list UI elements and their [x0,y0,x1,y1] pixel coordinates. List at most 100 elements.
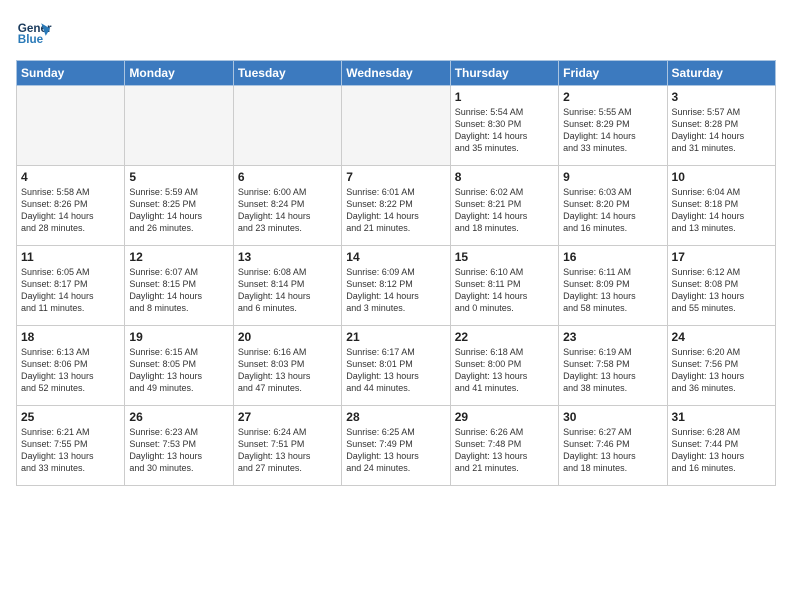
logo: General Blue [16,16,52,52]
day-number: 12 [129,250,228,264]
calendar-cell: 7 Sunrise: 6:01 AM Sunset: 8:22 PM Daylig… [342,166,450,246]
column-header-tuesday: Tuesday [233,61,341,86]
calendar-cell: 11Sunrise: 6:05 AM Sunset: 8:17 PM Dayli… [17,246,125,326]
calendar-cell: 1Sunrise: 5:54 AM Sunset: 8:30 PM Daylig… [450,86,558,166]
day-number: 5 [129,170,228,184]
column-header-friday: Friday [559,61,667,86]
day-number: 1 [455,90,554,104]
day-info: Sunrise: 5:57 AM Sunset: 8:28 PM Dayligh… [672,106,771,155]
column-header-monday: Monday [125,61,233,86]
calendar-cell: 12 Sunrise: 6:07 AM Sunset: 8:15 PM Dayli… [125,246,233,326]
day-number: 30 [563,410,662,424]
day-number: 6 [238,170,337,184]
day-info: Sunrise: 6:03 AM Sunset: 8:20 PM Dayligh… [563,186,662,235]
day-number: 27 [238,410,337,424]
calendar-cell: 15 Sunrise: 6:10 AM Sunset: 8:11 PM Dayli… [450,246,558,326]
week-row-3: 11Sunrise: 6:05 AM Sunset: 8:17 PM Dayli… [17,246,776,326]
day-number: 16 [563,250,662,264]
calendar-cell: 14 Sunrise: 6:09 AM Sunset: 8:12 PM Dayli… [342,246,450,326]
column-header-sunday: Sunday [17,61,125,86]
column-header-wednesday: Wednesday [342,61,450,86]
day-number: 3 [672,90,771,104]
day-info: Sunrise: 6:12 AM Sunset: 8:08 PM Dayligh… [672,266,771,315]
day-info: Sunrise: 6:01 AM Sunset: 8:22 PM Dayligh… [346,186,445,235]
calendar-cell: 19Sunrise: 6:15 AM Sunset: 8:05 PM Dayli… [125,326,233,406]
day-number: 14 [346,250,445,264]
calendar-cell [17,86,125,166]
calendar-cell: 5 Sunrise: 5:59 AM Sunset: 8:25 PM Daylig… [125,166,233,246]
calendar-cell [125,86,233,166]
calendar-cell: 25 Sunrise: 6:21 AM Sunset: 7:55 PM Dayli… [17,406,125,486]
calendar-cell: 2 Sunrise: 5:55 AM Sunset: 8:29 PM Daylig… [559,86,667,166]
day-info: Sunrise: 5:59 AM Sunset: 8:25 PM Dayligh… [129,186,228,235]
week-row-2: 4 Sunrise: 5:58 AM Sunset: 8:26 PM Daylig… [17,166,776,246]
day-info: Sunrise: 6:13 AM Sunset: 8:06 PM Dayligh… [21,346,120,395]
calendar-cell: 9 Sunrise: 6:03 AM Sunset: 8:20 PM Daylig… [559,166,667,246]
day-number: 2 [563,90,662,104]
day-info: Sunrise: 6:17 AM Sunset: 8:01 PM Dayligh… [346,346,445,395]
day-info: Sunrise: 6:24 AM Sunset: 7:51 PM Dayligh… [238,426,337,475]
day-number: 24 [672,330,771,344]
calendar-cell: 17 Sunrise: 6:12 AM Sunset: 8:08 PM Dayli… [667,246,775,326]
day-info: Sunrise: 6:05 AM Sunset: 8:17 PM Dayligh… [21,266,120,315]
day-info: Sunrise: 5:58 AM Sunset: 8:26 PM Dayligh… [21,186,120,235]
calendar-cell: 28Sunrise: 6:25 AM Sunset: 7:49 PM Dayli… [342,406,450,486]
calendar-cell: 13Sunrise: 6:08 AM Sunset: 8:14 PM Dayli… [233,246,341,326]
svg-text:Blue: Blue [18,33,44,46]
week-row-4: 18 Sunrise: 6:13 AM Sunset: 8:06 PM Dayli… [17,326,776,406]
day-info: Sunrise: 6:09 AM Sunset: 8:12 PM Dayligh… [346,266,445,315]
calendar-cell [233,86,341,166]
calendar-header-row: SundayMondayTuesdayWednesdayThursdayFrid… [17,61,776,86]
calendar-cell: 18 Sunrise: 6:13 AM Sunset: 8:06 PM Dayli… [17,326,125,406]
calendar-body: 1Sunrise: 5:54 AM Sunset: 8:30 PM Daylig… [17,86,776,486]
day-number: 19 [129,330,228,344]
day-info: Sunrise: 6:10 AM Sunset: 8:11 PM Dayligh… [455,266,554,315]
day-number: 9 [563,170,662,184]
calendar-cell: 3 Sunrise: 5:57 AM Sunset: 8:28 PM Daylig… [667,86,775,166]
day-info: Sunrise: 6:21 AM Sunset: 7:55 PM Dayligh… [21,426,120,475]
week-row-1: 1Sunrise: 5:54 AM Sunset: 8:30 PM Daylig… [17,86,776,166]
day-number: 20 [238,330,337,344]
calendar-cell: 8 Sunrise: 6:02 AM Sunset: 8:21 PM Daylig… [450,166,558,246]
day-info: Sunrise: 6:18 AM Sunset: 8:00 PM Dayligh… [455,346,554,395]
logo-icon: General Blue [16,16,52,52]
day-number: 28 [346,410,445,424]
day-number: 29 [455,410,554,424]
day-number: 17 [672,250,771,264]
calendar-cell: 4 Sunrise: 5:58 AM Sunset: 8:26 PM Daylig… [17,166,125,246]
day-number: 10 [672,170,771,184]
day-number: 18 [21,330,120,344]
day-number: 15 [455,250,554,264]
calendar-cell: 23 Sunrise: 6:19 AM Sunset: 7:58 PM Dayli… [559,326,667,406]
day-info: Sunrise: 6:20 AM Sunset: 7:56 PM Dayligh… [672,346,771,395]
calendar-cell: 6 Sunrise: 6:00 AM Sunset: 8:24 PM Daylig… [233,166,341,246]
column-header-saturday: Saturday [667,61,775,86]
day-number: 8 [455,170,554,184]
day-info: Sunrise: 6:16 AM Sunset: 8:03 PM Dayligh… [238,346,337,395]
week-row-5: 25 Sunrise: 6:21 AM Sunset: 7:55 PM Dayli… [17,406,776,486]
day-number: 13 [238,250,337,264]
day-info: Sunrise: 6:28 AM Sunset: 7:44 PM Dayligh… [672,426,771,475]
calendar-cell: 21Sunrise: 6:17 AM Sunset: 8:01 PM Dayli… [342,326,450,406]
day-info: Sunrise: 6:04 AM Sunset: 8:18 PM Dayligh… [672,186,771,235]
column-header-thursday: Thursday [450,61,558,86]
day-number: 25 [21,410,120,424]
calendar-cell [342,86,450,166]
day-info: Sunrise: 6:19 AM Sunset: 7:58 PM Dayligh… [563,346,662,395]
day-info: Sunrise: 6:11 AM Sunset: 8:09 PM Dayligh… [563,266,662,315]
day-info: Sunrise: 5:55 AM Sunset: 8:29 PM Dayligh… [563,106,662,155]
day-number: 4 [21,170,120,184]
calendar-cell: 31Sunrise: 6:28 AM Sunset: 7:44 PM Dayli… [667,406,775,486]
calendar-cell: 22Sunrise: 6:18 AM Sunset: 8:00 PM Dayli… [450,326,558,406]
calendar-cell: 24 Sunrise: 6:20 AM Sunset: 7:56 PM Dayli… [667,326,775,406]
day-info: Sunrise: 6:02 AM Sunset: 8:21 PM Dayligh… [455,186,554,235]
calendar-table: SundayMondayTuesdayWednesdayThursdayFrid… [16,60,776,486]
page-header: General Blue [16,16,776,52]
day-info: Sunrise: 6:07 AM Sunset: 8:15 PM Dayligh… [129,266,228,315]
day-info: Sunrise: 6:00 AM Sunset: 8:24 PM Dayligh… [238,186,337,235]
day-number: 7 [346,170,445,184]
day-info: Sunrise: 6:27 AM Sunset: 7:46 PM Dayligh… [563,426,662,475]
calendar-cell: 20 Sunrise: 6:16 AM Sunset: 8:03 PM Dayli… [233,326,341,406]
day-number: 26 [129,410,228,424]
day-number: 23 [563,330,662,344]
